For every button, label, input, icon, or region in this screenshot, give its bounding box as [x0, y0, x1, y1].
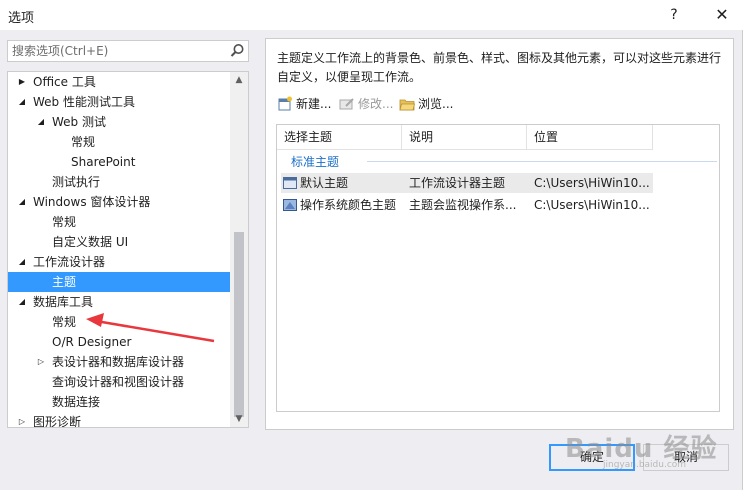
tree-item-label: Windows 窗体设计器 [33, 195, 151, 209]
title-bar: 选项 ? ✕ [0, 0, 750, 30]
theme-description: 主题会监视操作系... [409, 198, 517, 212]
search-input[interactable] [8, 41, 223, 61]
folder-icon [399, 99, 415, 111]
scroll-up-icon[interactable]: ▲ [230, 72, 248, 88]
tree-item-label: 常规 [52, 215, 77, 229]
collapse-arrow-icon[interactable]: ◢ [16, 292, 28, 312]
edit-theme-label: 修改... [358, 97, 394, 111]
tree-item-database-tools[interactable]: ◢ 数据库工具 [8, 292, 230, 312]
group-header-standard-themes: 标准主题 [291, 155, 340, 169]
expand-arrow-icon[interactable]: ▷ [35, 352, 47, 372]
tree-item-label: Office 工具 [33, 75, 96, 89]
tree-item-graphics-diagnostics[interactable]: ▷ 图形诊断 [8, 412, 230, 428]
options-tree: ▶ Office 工具 ◢ Web 性能测试工具 ◢ Web 测试 常规 Sha… [7, 71, 249, 428]
close-button[interactable]: ✕ [700, 0, 744, 30]
column-header-theme[interactable]: 选择主题 [277, 125, 402, 150]
tree-item-label: 图形诊断 [33, 415, 82, 428]
expand-arrow-icon[interactable]: ▷ [16, 412, 28, 427]
themes-panel: 主题定义工作流上的背景色、前景色、样式、图标及其他元素，可以对这些元素进行自定义… [265, 38, 734, 430]
collapse-arrow-icon[interactable]: ◢ [35, 112, 47, 132]
expand-arrow-icon[interactable]: ▶ [16, 72, 28, 92]
edit-icon [339, 98, 354, 110]
tree-item-query-view-designer[interactable]: 查询设计器和视图设计器 [8, 372, 230, 392]
tree-item-label: Web 测试 [52, 115, 106, 129]
column-header-description[interactable]: 说明 [402, 125, 527, 150]
help-button[interactable]: ? [662, 4, 686, 26]
theme-name: 默认主题 [300, 176, 349, 190]
tree-item-label: 数据库工具 [33, 295, 94, 309]
background-window-edge [742, 30, 750, 497]
tree-item-label: 常规 [71, 135, 96, 149]
theme-description: 工作流设计器主题 [409, 176, 506, 190]
theme-name: 操作系统颜色主题 [300, 198, 397, 212]
search-box [7, 40, 249, 62]
browse-theme-label: 浏览... [418, 97, 454, 111]
watermark-subtext: jingyan.baidu.com [603, 460, 687, 470]
tree-item-office-tools[interactable]: ▶ Office 工具 [8, 72, 230, 92]
baidu-watermark: Baidu 经验 jingyan.baidu.com [565, 428, 745, 478]
os-theme-icon [283, 199, 297, 211]
column-header-location[interactable]: 位置 [527, 125, 653, 150]
tree-item-label: O/R Designer [52, 335, 132, 349]
tree-item-label: 工作流设计器 [33, 255, 106, 269]
scroll-thumb[interactable] [234, 232, 244, 417]
collapse-arrow-icon[interactable]: ◢ [16, 252, 28, 272]
collapse-arrow-icon[interactable]: ◢ [16, 92, 28, 112]
tree-item-test-execution[interactable]: 测试执行 [8, 172, 230, 192]
tree-item-web-test-general[interactable]: 常规 [8, 132, 230, 152]
theme-location: C:\Users\HiWin10... [534, 176, 650, 190]
tree-item-label: Web 性能测试工具 [33, 95, 135, 109]
theme-list: 选择主题 说明 位置 标准主题 默认主题 工作流设计器主题 C:\Users\H… [276, 124, 720, 412]
scroll-down-icon[interactable]: ▼ [230, 411, 248, 427]
tree-item-web-test[interactable]: ◢ Web 测试 [8, 112, 230, 132]
tree-item-label: 自定义数据 UI [52, 235, 129, 249]
options-dialog: ▶ Office 工具 ◢ Web 性能测试工具 ◢ Web 测试 常规 Sha… [0, 30, 750, 497]
tree-item-label: 查询设计器和视图设计器 [52, 375, 185, 389]
tree-item-label: 表设计器和数据库设计器 [52, 355, 185, 369]
new-document-icon [278, 96, 292, 111]
tree-item-label: 主题 [52, 275, 77, 289]
taskbar-strip [0, 490, 750, 497]
collapse-arrow-icon[interactable]: ◢ [16, 192, 28, 212]
tree-item-web-perf-tools[interactable]: ◢ Web 性能测试工具 [8, 92, 230, 112]
tree-item-custom-data-ui[interactable]: 自定义数据 UI [8, 232, 230, 252]
themes-description: 主题定义工作流上的背景色、前景色、样式、图标及其他元素，可以对这些元素进行自定义… [277, 51, 722, 84]
tree-item-database-general[interactable]: 常规 [8, 312, 230, 332]
tree-item-label: SharePoint [71, 155, 136, 169]
tree-item-winforms-general[interactable]: 常规 [8, 212, 230, 232]
tree-item-label: 测试执行 [52, 175, 101, 189]
group-divider [367, 161, 717, 162]
tree-item-workflow-designer[interactable]: ◢ 工作流设计器 [8, 252, 230, 272]
tree-item-label: 常规 [52, 315, 77, 329]
tree-item-themes[interactable]: 主题 [8, 272, 230, 292]
tree-item-sharepoint[interactable]: SharePoint [8, 152, 230, 172]
window-title: 选项 [8, 11, 35, 26]
theme-row-os-colors[interactable]: 操作系统颜色主题 主题会监视操作系... C:\Users\HiWin10... [281, 195, 653, 215]
tree-item-data-connections[interactable]: 数据连接 [8, 392, 230, 412]
theme-location: C:\Users\HiWin10... [534, 198, 650, 212]
tree-item-table-db-designer[interactable]: ▷ 表设计器和数据库设计器 [8, 352, 230, 372]
theme-row-default[interactable]: 默认主题 工作流设计器主题 C:\Users\HiWin10... [281, 173, 653, 193]
tree-scrollbar[interactable]: ▲ ▼ [230, 72, 248, 427]
tree-item-winforms-designer[interactable]: ◢ Windows 窗体设计器 [8, 192, 230, 212]
new-theme-label: 新建... [296, 97, 332, 111]
tree-item-or-designer[interactable]: O/R Designer [8, 332, 230, 352]
theme-icon [283, 177, 297, 189]
tree-item-label: 数据连接 [52, 395, 101, 409]
search-icon[interactable] [228, 42, 246, 60]
